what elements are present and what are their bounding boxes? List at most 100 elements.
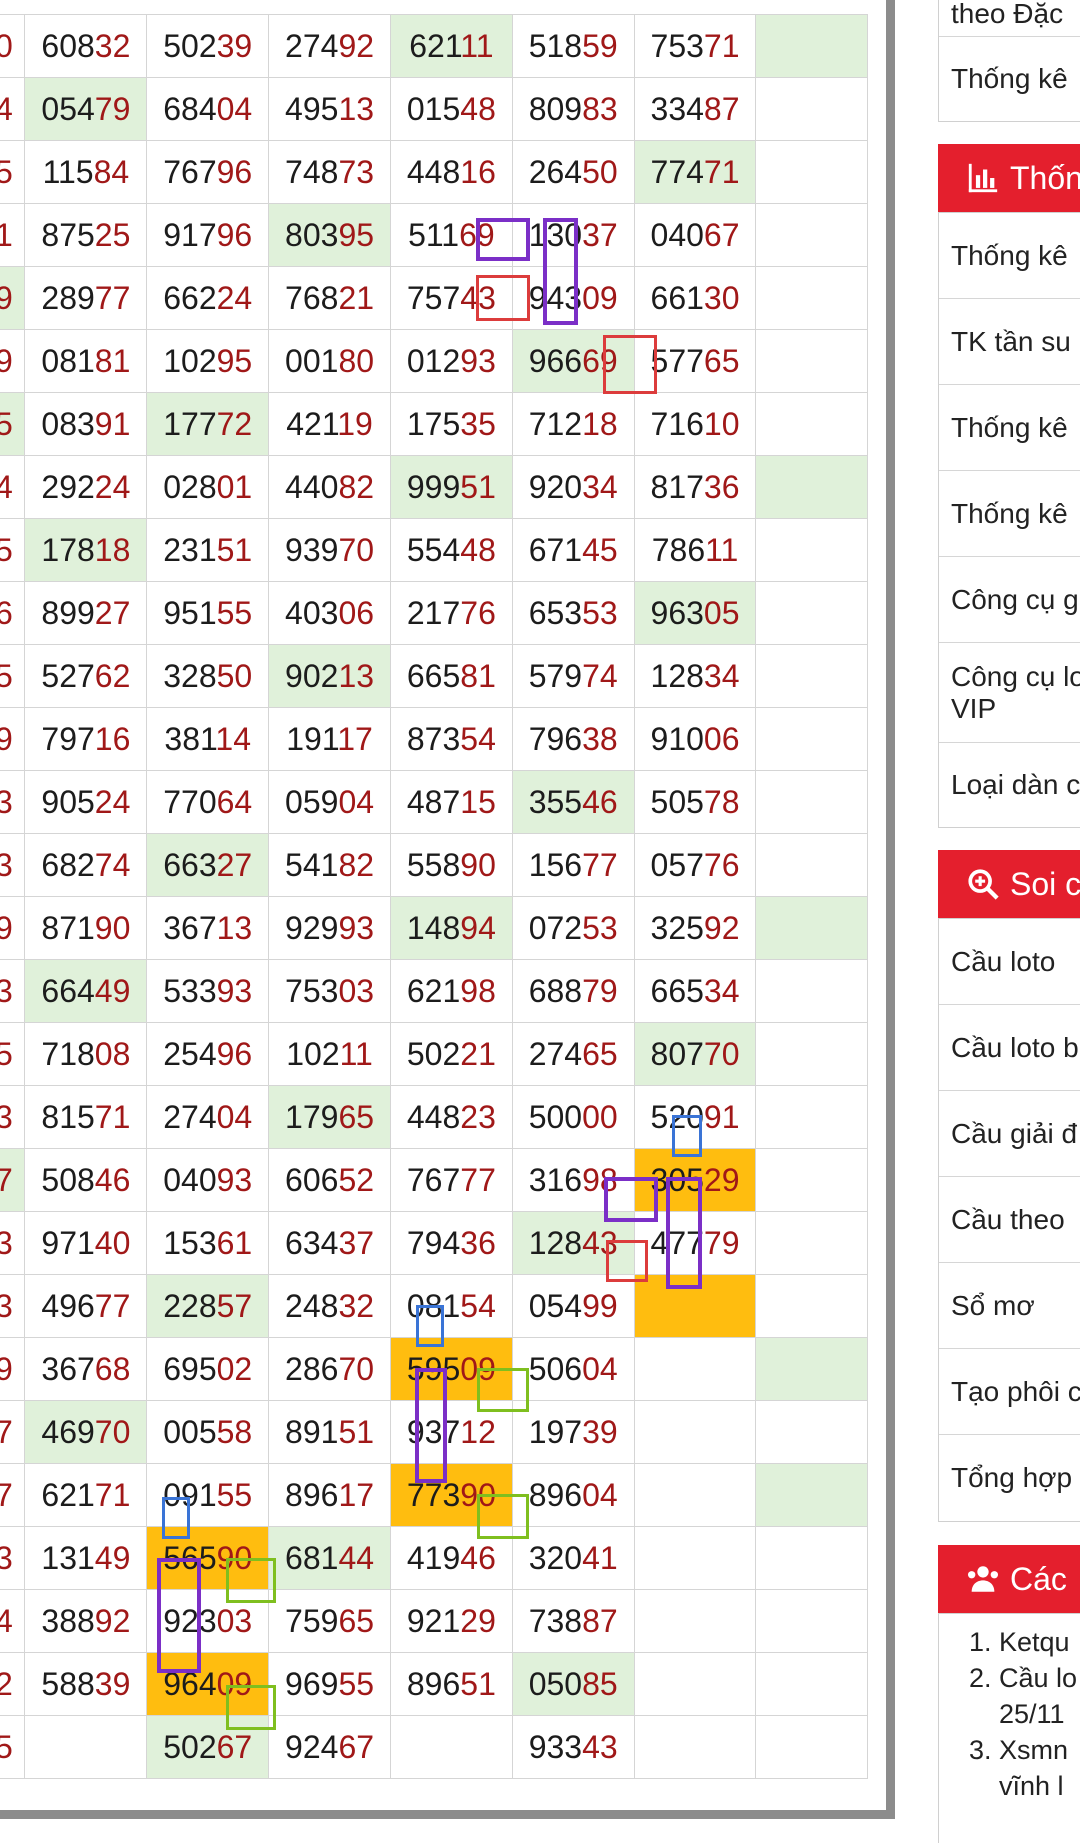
sidebar-item[interactable]: Sổ mơ bbox=[939, 1263, 1080, 1349]
cell-prefix: 381 bbox=[164, 720, 216, 757]
cell-prefix: 477 bbox=[650, 1224, 704, 1261]
sidebar-item[interactable]: theo Đặc bbox=[939, 0, 1080, 37]
cell-suffix: 45 bbox=[582, 531, 618, 568]
cell-prefix: 102 bbox=[286, 1035, 340, 1072]
table-cell: 81571 bbox=[24, 1085, 148, 1149]
table-cell bbox=[755, 896, 868, 960]
table-row: 9 36768 69502 28670 59509 50604 bbox=[0, 1337, 868, 1401]
cell-prefix: 320 bbox=[528, 1539, 583, 1576]
table-cell: 49677 bbox=[24, 1274, 148, 1338]
cell-prefix: 156 bbox=[528, 846, 583, 883]
sidebar-item[interactable]: Thống kê bbox=[939, 37, 1080, 121]
cell-suffix: 40 bbox=[94, 1224, 131, 1261]
sidebar-item-vip-tool[interactable]: Công cụ lo VIP bbox=[939, 643, 1080, 743]
sidebar-link[interactable]: 3. Xsmn bbox=[969, 1732, 1080, 1768]
table-cell: 80983 bbox=[511, 77, 635, 141]
sidebar-item[interactable]: Cầu theo bbox=[939, 1177, 1080, 1263]
cell-suffix: 16 bbox=[460, 153, 496, 190]
sidebar-item[interactable]: Thống kê bbox=[939, 471, 1080, 557]
cell-prefix: 971 bbox=[41, 1224, 95, 1261]
sidebar-item[interactable]: Cầu loto bbox=[939, 919, 1080, 1005]
table-cell bbox=[755, 833, 868, 897]
cell-suffix: 38 bbox=[582, 720, 618, 757]
table-cell: 27465 bbox=[511, 1022, 635, 1086]
cell-prefix: 533 bbox=[163, 972, 217, 1009]
table-cell: 92034 bbox=[511, 455, 635, 519]
sidebar-item[interactable]: Công cụ g bbox=[939, 557, 1080, 643]
cell-prefix: 712 bbox=[528, 405, 583, 442]
sidebar: theo Đặc Thống kê Thốn Thống kê TK tần s… bbox=[938, 0, 1080, 1843]
table-row: 0 60832 50239 27492 62111 51859 75371 bbox=[0, 14, 868, 78]
cell-suffix: 10 bbox=[703, 405, 740, 442]
cell-suffix: 59 bbox=[582, 27, 618, 64]
sidebar-item[interactable]: Tổng hợp bbox=[939, 1435, 1080, 1521]
cell-suffix: 62 bbox=[94, 657, 131, 694]
table-cell-edge: 9 bbox=[0, 896, 26, 960]
cell-prefix: 681 bbox=[285, 1539, 339, 1576]
table-row: 3 81571 27404 17965 44823 50000 52091 bbox=[0, 1085, 868, 1149]
cell-prefix: 716 bbox=[650, 405, 704, 442]
table-cell: 79638 bbox=[511, 707, 635, 771]
cell-prefix: 796 bbox=[528, 720, 583, 757]
table-cell: 60832 bbox=[24, 14, 148, 78]
cell-suffix: 91 bbox=[703, 1098, 740, 1135]
sidebar-item[interactable]: Thống kê bbox=[939, 213, 1080, 299]
cell-suffix: 54 bbox=[460, 1287, 496, 1324]
table-cell bbox=[755, 1400, 868, 1464]
cell-digits: 4 bbox=[0, 1602, 13, 1639]
cell-suffix: 04 bbox=[582, 1476, 618, 1513]
table-cell: 62198 bbox=[389, 959, 513, 1023]
cell-suffix: 76 bbox=[460, 594, 496, 631]
cell-prefix: 012 bbox=[406, 342, 461, 379]
cell-prefix: 502 bbox=[163, 27, 217, 64]
cell-suffix: 48 bbox=[460, 531, 496, 568]
cell-prefix: 005 bbox=[163, 1413, 217, 1450]
sidebar-link[interactable]: 2. Cầu lo bbox=[969, 1660, 1080, 1696]
cell-suffix: 00 bbox=[582, 1098, 618, 1135]
cell-prefix: 217 bbox=[406, 594, 461, 631]
sidebar-link-cont[interactable]: vĩnh l bbox=[969, 1768, 1080, 1804]
cell-prefix: 662 bbox=[163, 279, 217, 316]
cell-suffix: 15 bbox=[460, 783, 496, 820]
cell-prefix: 606 bbox=[285, 1161, 339, 1198]
sidebar-link[interactable]: 1. Ketqu bbox=[969, 1624, 1080, 1660]
cell-prefix: 334 bbox=[650, 90, 704, 127]
table-cell bbox=[755, 1526, 868, 1590]
cell-prefix: 081 bbox=[406, 1287, 461, 1324]
cell-suffix: 11 bbox=[339, 1035, 373, 1072]
cell-prefix: 054 bbox=[528, 1287, 583, 1324]
cell-suffix: 27 bbox=[94, 594, 131, 631]
table-cell: 91006 bbox=[633, 707, 757, 771]
cell-suffix: 55 bbox=[338, 1665, 375, 1702]
cell-suffix: 46 bbox=[460, 1539, 496, 1576]
sidebar-item[interactable]: Cầu loto b bbox=[939, 1005, 1080, 1091]
cell-suffix: 37 bbox=[338, 1224, 375, 1261]
table-cell: 96409 bbox=[146, 1652, 270, 1716]
table-cell: 02801 bbox=[146, 455, 270, 519]
table-row: 5 11584 76796 74873 44816 26450 77471 bbox=[0, 140, 868, 204]
table-cell: 05904 bbox=[268, 770, 391, 834]
table-cell: 95155 bbox=[146, 581, 270, 645]
sidebar-item[interactable]: Cầu giải đ bbox=[939, 1091, 1080, 1177]
cell-prefix: 738 bbox=[528, 1602, 583, 1639]
table-cell: 19739 bbox=[511, 1400, 635, 1464]
table-cell: 75743 bbox=[389, 266, 513, 330]
cell-prefix: 661 bbox=[650, 279, 704, 316]
cell-prefix: 469 bbox=[41, 1413, 95, 1450]
cell-prefix: 621 bbox=[41, 1476, 95, 1513]
cell-prefix: 040 bbox=[650, 216, 704, 253]
table-cell: 50846 bbox=[24, 1148, 148, 1212]
sidebar-item[interactable]: TK tần su bbox=[939, 299, 1080, 385]
cell-suffix: 51 bbox=[460, 468, 496, 505]
sidebar-link-cont[interactable]: 25/11 bbox=[969, 1696, 1080, 1732]
sidebar-item[interactable]: Thống kê bbox=[939, 385, 1080, 471]
cell-suffix: 17 bbox=[337, 720, 373, 757]
cell-suffix: 39 bbox=[582, 1413, 618, 1450]
sidebar-item[interactable]: Tạo phôi c bbox=[939, 1349, 1080, 1435]
sidebar-item[interactable]: Loại dàn c bbox=[939, 743, 1080, 827]
table-cell: 17535 bbox=[389, 392, 513, 456]
cell-prefix: 807 bbox=[650, 1035, 704, 1072]
table-cell: 90524 bbox=[24, 770, 148, 834]
table-cell: 89604 bbox=[511, 1463, 635, 1527]
cell-prefix: 179 bbox=[285, 1098, 339, 1135]
